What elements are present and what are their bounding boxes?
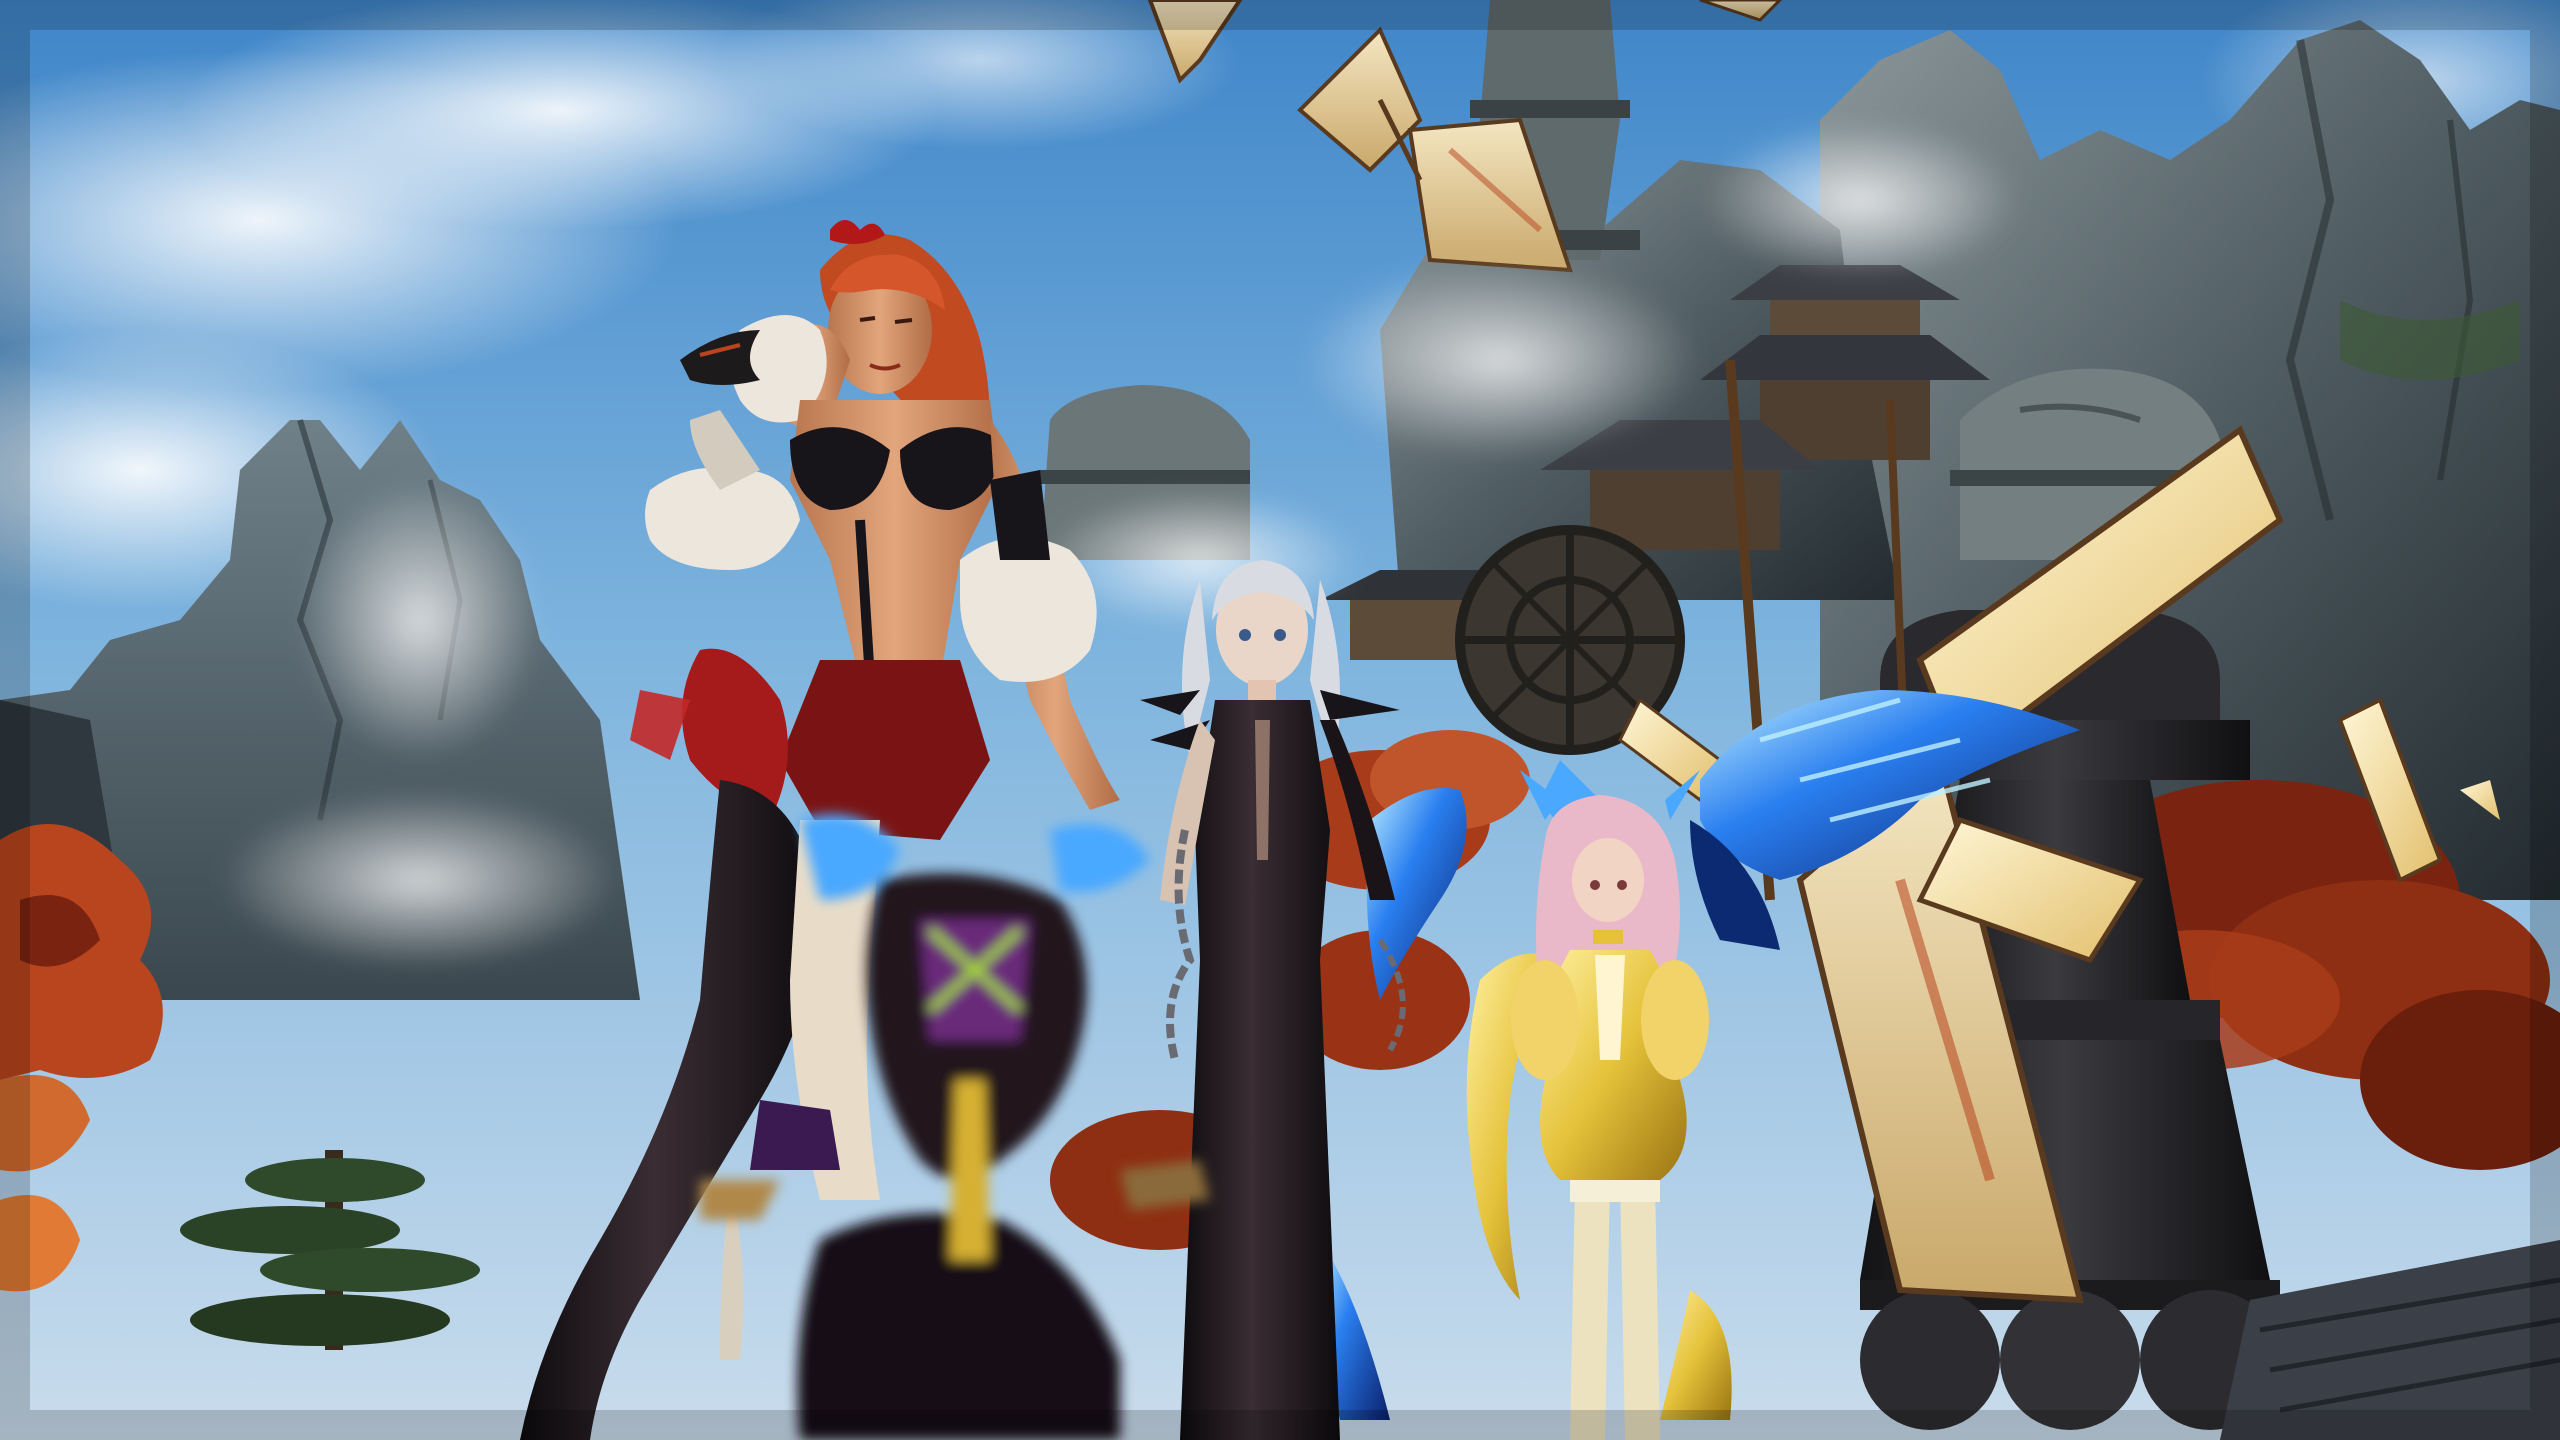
scene-canvas [0,0,2560,1440]
game-screenshot [0,0,2560,1440]
